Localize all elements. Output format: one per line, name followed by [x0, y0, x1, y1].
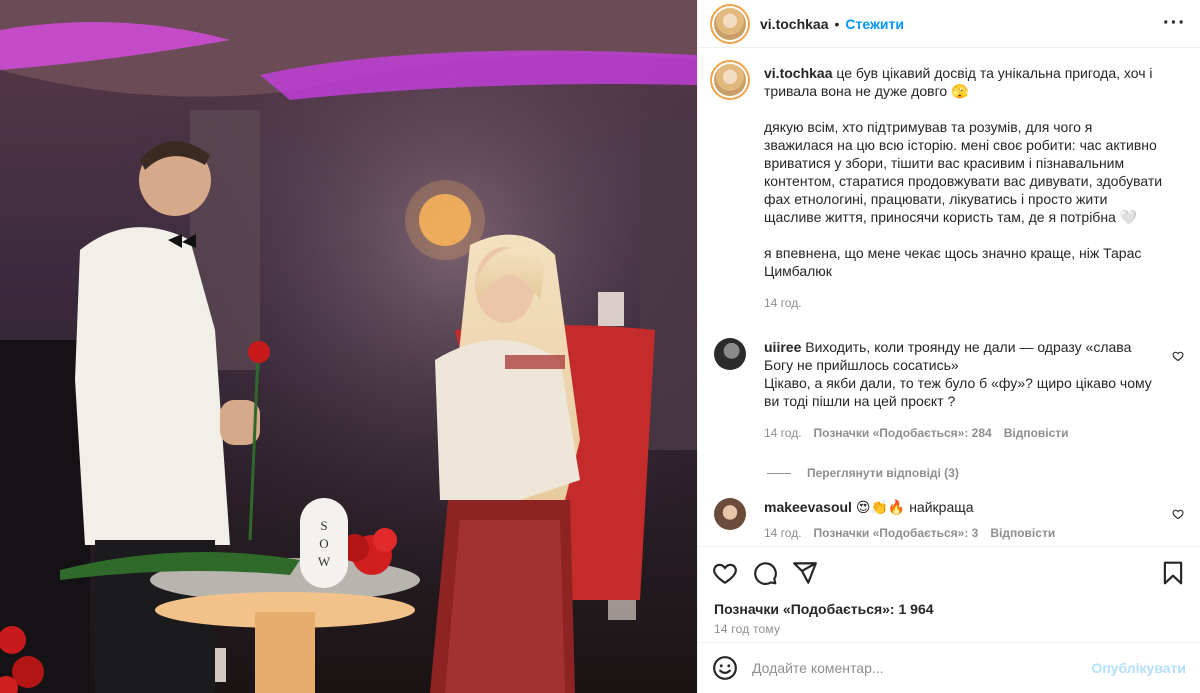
- post-comment-button[interactable]: Опублікувати: [1091, 660, 1186, 676]
- reply-button[interactable]: Відповісти: [1004, 424, 1069, 442]
- comment-meta: 14 год. Позначки «Подобається»: 284 Відп…: [764, 424, 1164, 442]
- caption-time[interactable]: 14 год.: [764, 294, 1164, 312]
- commenter-avatar[interactable]: [714, 498, 746, 530]
- replies-line: [767, 472, 791, 474]
- add-comment-bar: Опублікувати: [698, 642, 1200, 693]
- post-view: S O W vi.tochkaa • Стежити ··· vi.tochka…: [0, 0, 1200, 693]
- comment-meta: 14 год. Позначки «Подобається»: 3 Відпов…: [764, 524, 1164, 542]
- likes-count[interactable]: Позначки «Подобається»: 1 964: [698, 598, 1200, 620]
- share-icon[interactable]: [792, 560, 818, 586]
- caption-paragraph-1: vi.tochkaa це був цікавий досвід та унік…: [764, 64, 1164, 100]
- svg-text:W: W: [318, 554, 331, 569]
- comment-time[interactable]: 14 год.: [764, 524, 802, 542]
- comment-likes[interactable]: Позначки «Подобається»: 284: [814, 424, 992, 442]
- post-side-panel: vi.tochkaa • Стежити ··· vi.tochkaa це б…: [697, 0, 1200, 693]
- comment-icon[interactable]: [752, 560, 778, 586]
- comment-input[interactable]: [752, 660, 1092, 676]
- like-icon[interactable]: [712, 560, 738, 586]
- photo-illustration: S O W: [0, 0, 697, 693]
- post-photo[interactable]: S O W: [0, 0, 697, 693]
- emoji-icon[interactable]: [712, 655, 738, 681]
- commenter-username[interactable]: uiiree: [764, 339, 801, 355]
- svg-text:S: S: [320, 518, 327, 533]
- comment-content: uiiree Виходить, коли троянду не дали — …: [764, 338, 1164, 410]
- comment-like-icon[interactable]: [1172, 350, 1184, 362]
- bookmark-icon[interactable]: [1160, 560, 1186, 586]
- author-avatar[interactable]: [714, 7, 746, 40]
- comment-item: makeevasoul 😍👏🔥 найкраща 14 год. Позначк…: [714, 498, 1186, 542]
- caption-body: vi.tochkaa це був цікавий досвід та унік…: [764, 64, 1164, 312]
- comment-content: makeevasoul 😍👏🔥 найкраща: [764, 498, 1164, 516]
- comment-body: makeevasoul 😍👏🔥 найкраща 14 год. Позначк…: [764, 498, 1164, 542]
- comment-text: 😍👏🔥 найкраща: [855, 499, 974, 515]
- comment-time[interactable]: 14 год.: [764, 424, 802, 442]
- view-replies-label: Переглянути відповіді (3): [807, 466, 959, 480]
- comment-item: uiiree Виходить, коли троянду не дали — …: [714, 338, 1186, 442]
- follow-button[interactable]: Стежити: [845, 16, 904, 32]
- reply-button[interactable]: Відповісти: [990, 524, 1055, 542]
- commenter-avatar[interactable]: [714, 338, 746, 370]
- post-header: vi.tochkaa • Стежити ···: [698, 0, 1200, 48]
- posted-time[interactable]: 14 год тому: [698, 620, 1200, 642]
- caption-username[interactable]: vi.tochkaa: [764, 65, 832, 81]
- more-icon[interactable]: ···: [1163, 12, 1186, 35]
- comments-list[interactable]: vi.tochkaa це був цікавий досвід та унік…: [698, 48, 1200, 546]
- commenter-username[interactable]: makeevasoul: [764, 499, 852, 515]
- comment-like-icon[interactable]: [1172, 508, 1184, 520]
- action-bar: [698, 546, 1200, 598]
- svg-text:O: O: [319, 536, 328, 551]
- caption-paragraph-2: дякую всім, хто підтримував та розумів, …: [764, 119, 1163, 225]
- caption-avatar[interactable]: [714, 64, 746, 96]
- view-replies-button[interactable]: Переглянути відповіді (3): [767, 466, 1186, 480]
- author-username[interactable]: vi.tochkaa: [760, 16, 828, 32]
- post-caption: vi.tochkaa це був цікавий досвід та унік…: [714, 64, 1186, 312]
- comment-body: uiiree Виходить, коли троянду не дали — …: [764, 338, 1164, 442]
- separator-dot: •: [834, 15, 840, 32]
- caption-paragraph-3: я впевнена, що мене чекає щось значно кр…: [764, 245, 1142, 279]
- comment-likes[interactable]: Позначки «Подобається»: 3: [814, 524, 979, 542]
- comment-text: Виходить, коли троянду не дали — одразу …: [764, 339, 1152, 409]
